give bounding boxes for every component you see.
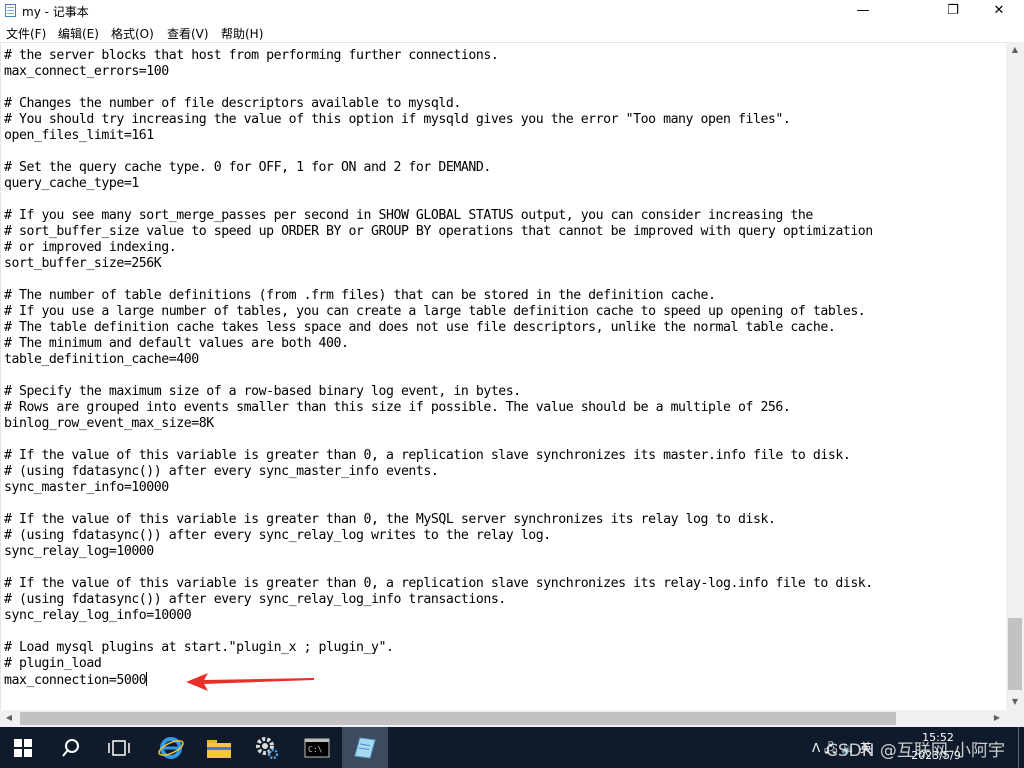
window-title: my - 记事本 — [22, 5, 89, 19]
windows-logo-icon — [14, 738, 32, 757]
text-line[interactable]: query_cache_type=1 — [4, 176, 873, 192]
text-line[interactable]: # (using fdatasync()) after every sync_r… — [4, 528, 873, 544]
command-prompt-icon: C:\ — [304, 738, 330, 757]
search-button[interactable] — [48, 727, 94, 768]
text-line[interactable] — [4, 80, 873, 96]
text-line[interactable]: # The table definition cache takes less … — [4, 320, 873, 336]
text-line[interactable] — [4, 272, 873, 288]
text-line[interactable]: # plugin_load — [4, 656, 873, 672]
taskbar-server-manager[interactable] — [244, 727, 290, 768]
text-line[interactable]: # (using fdatasync()) after every sync_r… — [4, 592, 873, 608]
scroll-up-icon[interactable]: ▲ — [1006, 45, 1024, 54]
task-view-icon — [108, 739, 130, 756]
text-line[interactable]: # If you use a large number of tables, y… — [4, 304, 873, 320]
menu-bar: 文件(F) 编辑(E) 格式(O) 查看(V) 帮助(H) — [0, 22, 1024, 42]
close-button[interactable]: ✕ — [976, 0, 1022, 22]
maximize-button[interactable]: ❐ — [930, 0, 976, 22]
text-line[interactable] — [4, 192, 873, 208]
text-line[interactable]: # sort_buffer_size value to speed up ORD… — [4, 224, 873, 240]
scroll-left-icon[interactable]: ◀ — [0, 713, 18, 722]
text-line[interactable]: # Rows are grouped into events smaller t… — [4, 400, 873, 416]
taskbar-file-explorer[interactable] — [196, 727, 242, 768]
vertical-scroll-thumb[interactable] — [1008, 618, 1022, 690]
text-line[interactable]: # If the value of this variable is great… — [4, 576, 873, 592]
text-line[interactable]: # the server blocks that host from perfo… — [4, 48, 873, 64]
text-line[interactable] — [4, 624, 873, 640]
task-view-button[interactable] — [96, 727, 142, 768]
text-line[interactable]: max_connection=5000 — [4, 672, 873, 688]
text-line[interactable]: sync_relay_log=10000 — [4, 544, 873, 560]
text-line[interactable]: sync_master_info=10000 — [4, 480, 873, 496]
text-line[interactable]: # Set the query cache type. 0 for OFF, 1… — [4, 160, 873, 176]
text-line[interactable] — [4, 368, 873, 384]
minimize-button[interactable]: — — [840, 0, 886, 22]
text-line[interactable]: # You should try increasing the value of… — [4, 112, 873, 128]
menu-help[interactable]: 帮助(H) — [221, 25, 263, 42]
title-bar: my - 记事本 — ❐ ✕ — [0, 0, 1024, 22]
scroll-right-icon[interactable]: ▶ — [988, 713, 1006, 722]
text-line[interactable]: # If the value of this variable is great… — [4, 448, 873, 464]
scroll-down-icon[interactable]: ▼ — [1006, 697, 1024, 706]
editor-text[interactable]: # the server blocks that host from perfo… — [4, 48, 873, 688]
text-line[interactable]: # Load mysql plugins at start."plugin_x … — [4, 640, 873, 656]
taskbar-cmd[interactable]: C:\ — [294, 727, 340, 768]
text-line[interactable] — [4, 144, 873, 160]
text-line[interactable]: # The minimum and default values are bot… — [4, 336, 873, 352]
text-line[interactable]: # Specify the maximum size of a row-base… — [4, 384, 873, 400]
text-line[interactable] — [4, 432, 873, 448]
notepad-icon — [354, 736, 376, 759]
csdn-watermark: CSDN @互联网-小阿宇 — [826, 741, 1006, 761]
text-line[interactable]: max_connect_errors=100 — [4, 64, 873, 80]
text-line[interactable]: # If you see many sort_merge_passes per … — [4, 208, 873, 224]
text-line[interactable]: sort_buffer_size=256K — [4, 256, 873, 272]
text-line[interactable]: # or improved indexing. — [4, 240, 873, 256]
text-line[interactable]: binlog_row_event_max_size=8K — [4, 416, 873, 432]
internet-explorer-icon — [158, 736, 184, 759]
text-line[interactable]: # The number of table definitions (from … — [4, 288, 873, 304]
text-line[interactable]: # Changes the number of file descriptors… — [4, 96, 873, 112]
menu-edit[interactable]: 编辑(E) — [58, 25, 99, 42]
menu-view[interactable]: 查看(V) — [167, 25, 209, 42]
vertical-scrollbar[interactable]: ▲ ▼ — [1006, 42, 1024, 710]
folder-icon — [207, 739, 231, 758]
menu-format[interactable]: 格式(O) — [111, 25, 154, 42]
text-line[interactable]: table_definition_cache=400 — [4, 352, 873, 368]
search-icon — [62, 738, 79, 757]
text-caret — [146, 672, 148, 686]
text-line[interactable]: # (using fdatasync()) after every sync_m… — [4, 464, 873, 480]
gear-icon — [256, 736, 279, 759]
text-line[interactable] — [4, 496, 873, 512]
text-line[interactable]: open_files_limit=161 — [4, 128, 873, 144]
horizontal-scroll-thumb[interactable] — [20, 712, 896, 725]
taskbar-notepad[interactable] — [342, 727, 388, 768]
menu-file[interactable]: 文件(F) — [6, 25, 46, 42]
show-desktop-button[interactable] — [1018, 727, 1024, 768]
horizontal-scrollbar[interactable]: ◀ ▶ — [0, 710, 1006, 727]
start-button[interactable] — [0, 727, 46, 768]
taskbar-ie[interactable] — [148, 727, 194, 768]
svg-text:C:\: C:\ — [308, 745, 323, 754]
notepad-app-icon — [5, 4, 16, 17]
text-line[interactable]: # If the value of this variable is great… — [4, 512, 873, 528]
text-editor[interactable]: # the server blocks that host from perfo… — [0, 42, 1006, 710]
text-line[interactable]: sync_relay_log_info=10000 — [4, 608, 873, 624]
annotation-arrow — [186, 673, 314, 691]
scrollbar-corner — [1006, 710, 1024, 727]
text-line[interactable] — [4, 560, 873, 576]
